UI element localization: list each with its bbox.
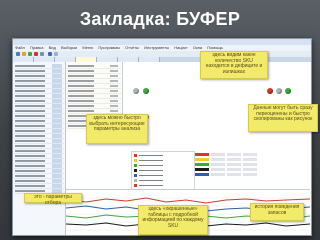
toolbar-button-icon[interactable]: [28, 52, 32, 56]
table-row: [195, 173, 259, 176]
legend-row: [134, 164, 192, 167]
table-row: [195, 168, 259, 171]
menu-item[interactable]: Помощь: [207, 45, 222, 50]
legend-row: [134, 184, 192, 187]
callout-quick-select: здесь можно быстро выбрать интересующие …: [86, 114, 148, 144]
circle-gray-icon: [276, 88, 282, 94]
table-row: [195, 163, 259, 166]
menu-item[interactable]: Правка: [30, 45, 44, 50]
toolbar-button-icon[interactable]: [48, 52, 52, 56]
table-row: [195, 153, 259, 156]
circle-red-icon: [267, 88, 273, 94]
menu-item[interactable]: Выборки: [61, 45, 77, 50]
filter-panel: [13, 62, 66, 235]
values-table: [195, 151, 259, 191]
legend-row: [134, 159, 192, 162]
legend-table: [131, 151, 195, 193]
slide-title: Закладка: БУФЕР: [79, 9, 241, 29]
toolbar-button-icon[interactable]: [34, 52, 38, 56]
circle-gray-icon: [133, 88, 139, 94]
toolbar-button-icon[interactable]: [16, 52, 20, 56]
table-row: [195, 158, 259, 161]
legend-row: [134, 179, 192, 182]
legend-row: [134, 174, 192, 177]
slide: Закладка: БУФЕР Файл Правка Вид Выборки …: [0, 0, 320, 240]
toolbar-button-icon[interactable]: [22, 52, 26, 56]
circle-green-icon: [285, 88, 291, 94]
toolbar-button-icon[interactable]: [54, 52, 58, 56]
menu-item[interactable]: Вид: [49, 45, 56, 50]
menu-item[interactable]: Инструменты: [144, 45, 169, 50]
callout-inventory-history: история поведения запасов: [250, 203, 304, 221]
circle-green-icon: [143, 88, 149, 94]
toolbar-button-icon[interactable]: [40, 52, 44, 56]
legend-row: [134, 169, 192, 172]
callout-colored-tables: здесь «окрашенные» таблицы с подробной и…: [138, 205, 208, 235]
callout-deficit-count: здесь видим какое количество SKU находит…: [200, 51, 268, 79]
menu-item[interactable]: Нацист: [174, 45, 187, 50]
menu-item[interactable]: Отчёты: [125, 45, 139, 50]
menu-item[interactable]: Файл: [15, 45, 25, 50]
menu-item[interactable]: Меню: [82, 45, 93, 50]
menu-item[interactable]: Окна: [193, 45, 202, 50]
callout-filter-params: это - параметры отбора: [24, 193, 82, 205]
callout-copy-as-picture: Данные могут быть сразу переоценены и бы…: [248, 104, 318, 132]
menu-item[interactable]: Программы: [98, 45, 120, 50]
legend-row: [134, 154, 192, 157]
